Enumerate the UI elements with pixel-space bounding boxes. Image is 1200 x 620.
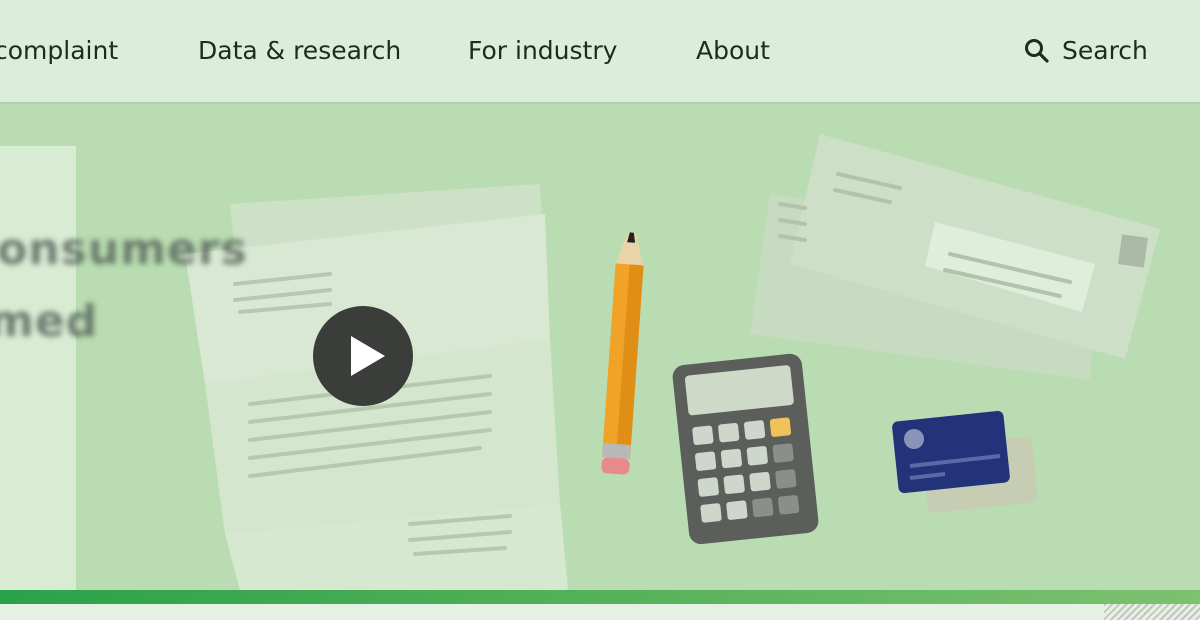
nav-item-complaint[interactable]: complaint	[0, 36, 118, 65]
hero-text-panel	[0, 146, 76, 590]
nav-item-for-industry[interactable]: For industry	[468, 36, 617, 65]
play-icon	[351, 336, 385, 376]
hero-illustration	[185, 134, 1160, 590]
hatch-pattern	[1104, 604, 1200, 620]
accent-bar	[0, 590, 1200, 604]
search-button[interactable]: Search	[1024, 36, 1148, 65]
hero-blurred-line-1: consumers	[0, 224, 248, 275]
calculator-illustration	[672, 353, 819, 545]
nav-item-data-research[interactable]: Data & research	[198, 36, 401, 65]
top-navigation: complaint Data & research For industry A…	[0, 0, 1200, 104]
envelope-illustration	[750, 134, 1160, 380]
search-label: Search	[1062, 36, 1148, 65]
nav-item-about[interactable]: About	[696, 36, 770, 65]
page-footer-strip	[0, 604, 1200, 620]
hero-video[interactable]: consumers med	[0, 104, 1200, 590]
credit-card-illustration	[892, 410, 1038, 513]
hero-blurred-line-2: med	[0, 296, 99, 347]
search-icon	[1025, 38, 1049, 63]
pencil-illustration	[601, 232, 644, 475]
play-button[interactable]	[313, 306, 413, 406]
